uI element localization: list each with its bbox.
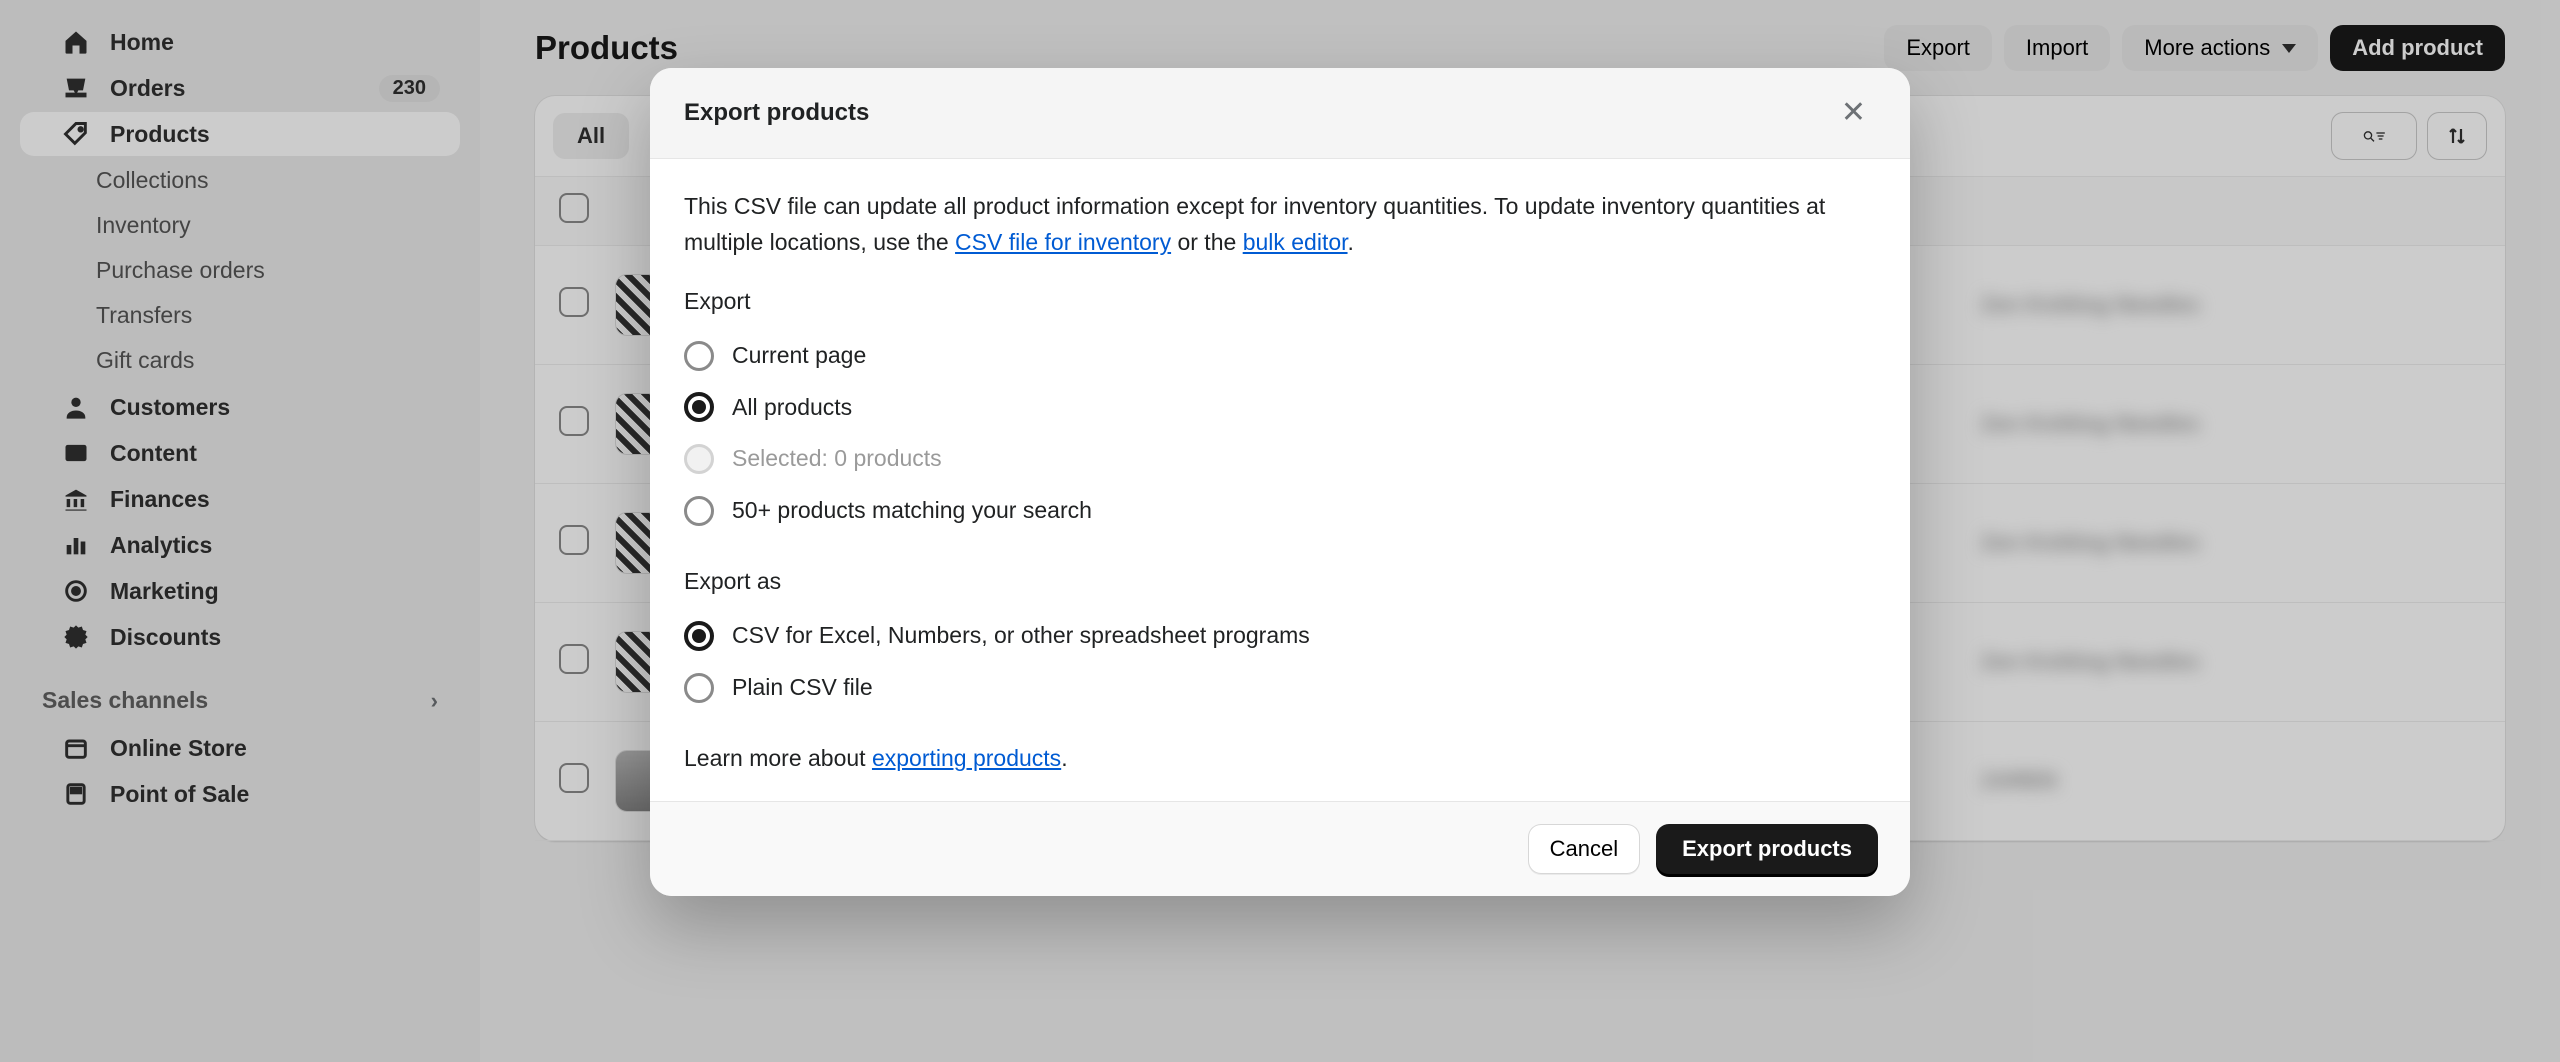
cancel-button[interactable]: Cancel xyxy=(1528,824,1640,874)
export-products-button[interactable]: Export products xyxy=(1656,824,1878,874)
radio-matching-search[interactable]: 50+ products matching your search xyxy=(684,485,1876,537)
radio-icon xyxy=(684,496,714,526)
modal-footer: Cancel Export products xyxy=(650,801,1910,896)
radio-current-page[interactable]: Current page xyxy=(684,330,1876,382)
link-exporting-products[interactable]: exporting products xyxy=(872,745,1061,771)
export-group-label: Export xyxy=(684,284,1876,320)
radio-csv-excel[interactable]: CSV for Excel, Numbers, or other spreads… xyxy=(684,610,1876,662)
radio-icon xyxy=(684,673,714,703)
modal-title: Export products xyxy=(684,99,869,127)
radio-selected: Selected: 0 products xyxy=(684,433,1876,485)
export-as-group-label: Export as xyxy=(684,564,1876,600)
close-icon: ✕ xyxy=(1841,96,1866,129)
radio-plain-csv[interactable]: Plain CSV file xyxy=(684,662,1876,714)
radio-icon xyxy=(684,444,714,474)
modal-body: This CSV file can update all product inf… xyxy=(650,159,1910,801)
modal-header: Export products ✕ xyxy=(650,68,1910,159)
link-bulk-editor[interactable]: bulk editor xyxy=(1243,229,1348,255)
learn-more: Learn more about exporting products. xyxy=(684,741,1876,777)
export-modal: Export products ✕ This CSV file can upda… xyxy=(650,68,1910,896)
radio-icon xyxy=(684,392,714,422)
close-button[interactable]: ✕ xyxy=(1831,94,1876,132)
radio-all-products[interactable]: All products xyxy=(684,382,1876,434)
radio-icon xyxy=(684,341,714,371)
modal-overlay[interactable]: Export products ✕ This CSV file can upda… xyxy=(0,0,2560,1062)
radio-icon xyxy=(684,621,714,651)
modal-intro: This CSV file can update all product inf… xyxy=(684,189,1876,260)
link-csv-inventory[interactable]: CSV file for inventory xyxy=(955,229,1171,255)
